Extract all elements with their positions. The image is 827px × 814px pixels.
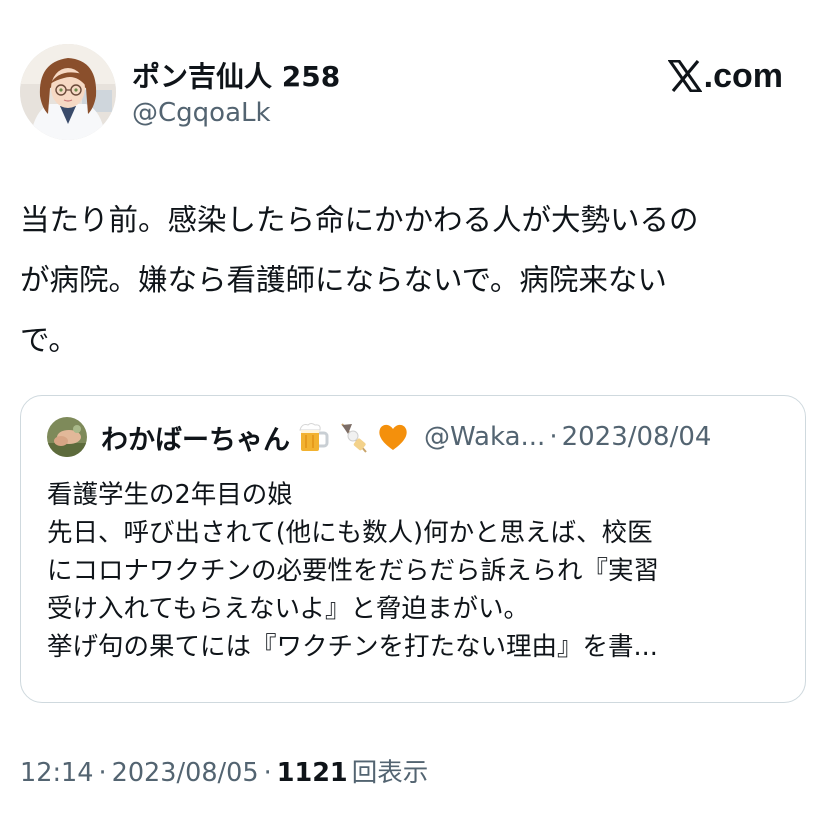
quoted-tweet-text: 看護学生の2年目の娘 先日、呼び出されて(他にも数人)何かと思えば、校医 にコロ… [47, 476, 787, 666]
tweet-text-line: で。 [20, 323, 78, 357]
author-handle[interactable]: @CgqoaLk [132, 98, 271, 128]
tweet-text: 当たり前。感染したら命にかかわる人が大勢いるの が病院。嫌なら看護師にならないで… [20, 190, 800, 370]
tweet-date[interactable]: 2023/08/05 [112, 758, 259, 788]
views-count: 1121 [276, 758, 348, 788]
tweet-text-line: 当たり前。感染したら命にかかわる人が大勢いるの [20, 203, 699, 237]
oden-skewer-icon [336, 420, 370, 454]
quoted-tweet-date[interactable]: 2023/08/04 [562, 422, 712, 452]
quoted-author-avatar[interactable] [47, 417, 87, 457]
quoted-tweet-header: わかばーちゃん @Waka... · 2023/08/04 [47, 414, 711, 460]
beer-mug-icon [296, 420, 330, 454]
x-logo-icon [667, 60, 702, 92]
quoted-text-line: にコロナワクチンの必要性をだらだら訴えられ『実習 [47, 556, 660, 586]
quoted-author-name[interactable]: わかばーちゃん [101, 418, 290, 457]
meta-separator: · [263, 758, 272, 788]
quoted-tweet-card[interactable]: わかばーちゃん @Waka... · 2023/08/04 看護学生の2年目の娘… [20, 395, 806, 703]
tweet-time[interactable]: 12:14 [20, 758, 94, 788]
source-label: .com [667, 54, 783, 98]
quoted-text-line: 挙げ句の果てには『ワクチンを打たない理由』を書... [47, 632, 658, 662]
author-avatar[interactable] [20, 44, 116, 140]
header-separator: · [549, 422, 558, 452]
source-domain: .com [703, 57, 783, 95]
author-display-name[interactable]: ポン吉仙人 258 [132, 55, 340, 95]
tweet-text-line: が病院。嫌なら看護師にならないで。病院来ない [20, 263, 667, 297]
quoted-text-line: 看護学生の2年目の娘 [47, 480, 293, 510]
quoted-text-line: 受け入れてもらえないよ』と脅迫まがい。 [47, 594, 529, 624]
quoted-text-line: 先日、呼び出されて(他にも数人)何かと思えば、校医 [47, 518, 653, 548]
views-label: 回表示 [351, 758, 429, 788]
meta-separator: · [98, 758, 107, 788]
orange-heart-icon [376, 420, 410, 454]
quoted-author-handle[interactable]: @Waka... [424, 422, 545, 452]
tweet-meta: 12:14 · 2023/08/05 · 1121 回表示 [20, 752, 428, 789]
